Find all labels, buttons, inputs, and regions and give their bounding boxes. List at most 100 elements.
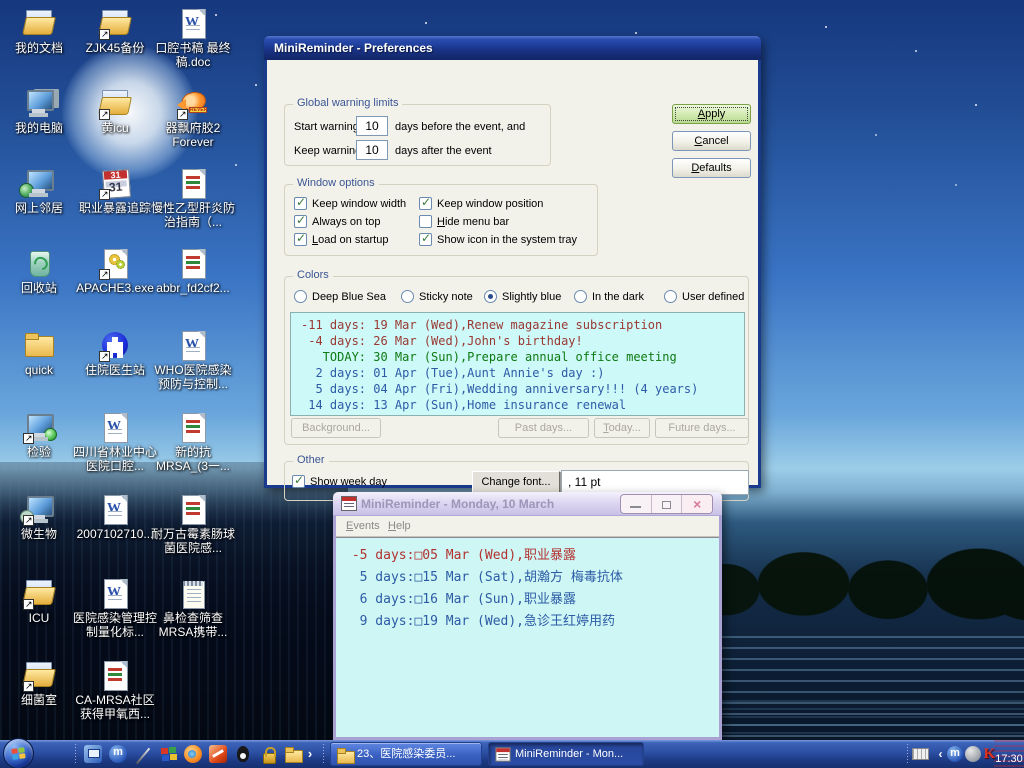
desktop-icon[interactable]: W 四川省林业中心医院口腔... xyxy=(72,410,158,473)
desktop-icon[interactable]: 回收站 xyxy=(0,246,82,295)
desktop-icon[interactable]: 住院医生站 xyxy=(72,328,158,377)
colored-windows-icon[interactable] xyxy=(159,745,177,763)
keep-warning-input[interactable] xyxy=(356,140,388,160)
desktop-icon[interactable]: 细菌室 xyxy=(0,658,82,707)
desktop-icon[interactable]: ZJK45备份 xyxy=(72,6,158,55)
desktop-icon[interactable]: 慢性乙型肝炎防治指南（... xyxy=(150,166,236,229)
desktop-icon[interactable]: 鼻检查筛查MRSA携带... xyxy=(150,576,236,639)
word-doc-icon: W xyxy=(99,577,131,609)
shortcut-arrow-icon xyxy=(23,515,34,526)
taskbar-button-minireminder[interactable]: MiniReminder - Mon... xyxy=(488,742,644,766)
desktop-icon[interactable]: 31 职业暴露追踪 xyxy=(72,166,158,215)
calendar-icon xyxy=(495,747,510,761)
restore-button[interactable] xyxy=(652,495,683,513)
taskbar-clock[interactable]: 17:30 xyxy=(994,740,1024,768)
checkbox[interactable] xyxy=(419,215,432,228)
desktop-icon[interactable]: 新的抗MRSA_(3一... xyxy=(150,410,236,473)
desktop-icon[interactable]: APACHE3.exe xyxy=(72,246,158,295)
radio-button[interactable] xyxy=(401,290,414,303)
shortcut-arrow-icon xyxy=(99,189,110,200)
desktop-icon[interactable]: 耐万古霉素肠球菌医院感... xyxy=(150,492,236,555)
preferences-titlebar[interactable]: MiniReminder - Preferences xyxy=(264,36,761,60)
future-days-button[interactable]: Future days... xyxy=(655,418,749,438)
my-computer-icon xyxy=(23,87,55,119)
close-button[interactable] xyxy=(682,495,712,513)
desktop-icon[interactable]: W 口腔书稿 最终稿.doc xyxy=(150,6,236,69)
menu-help[interactable]: Help xyxy=(382,516,417,536)
expand-arrow-icon[interactable] xyxy=(304,745,316,763)
qq-icon[interactable] xyxy=(234,745,252,763)
checkbox[interactable] xyxy=(294,233,307,246)
desktop-icon[interactable]: CA-MRSA社区获得甲氧西... xyxy=(72,658,158,721)
menu-events[interactable]: Events xyxy=(340,516,386,536)
desktop-icon[interactable]: 网上邻居 xyxy=(0,166,82,215)
radio-sticky-note[interactable]: Sticky note xyxy=(401,290,473,303)
radio-button[interactable] xyxy=(294,290,307,303)
start-button[interactable] xyxy=(3,738,34,768)
radio-slightly-blue[interactable]: Slightly blue xyxy=(484,290,561,303)
shortcut-arrow-icon xyxy=(99,109,110,120)
checkbox[interactable] xyxy=(419,197,432,210)
desktop-icon[interactable]: abbr_fd2cf2... xyxy=(150,246,236,295)
desktop-icon[interactable]: ICU xyxy=(0,576,82,625)
cancel-button[interactable]: Cancel xyxy=(672,131,751,151)
reminder-line: 5 days:□15 Mar (Sat),胡瀚方 梅毒抗体 xyxy=(344,567,719,589)
blue-app-icon[interactable] xyxy=(84,745,102,763)
preview-line: 2 days: 01 Apr (Tue),Aunt Annie's day :) xyxy=(301,365,744,381)
radio-user-defined[interactable]: User defined xyxy=(664,290,744,303)
word-doc-icon: W xyxy=(99,493,131,525)
defaults-button[interactable]: Defaults xyxy=(672,158,751,178)
desktop-icon[interactable]: quick xyxy=(0,328,82,377)
desktop-icon[interactable]: 微生物 xyxy=(0,492,82,541)
radio-deep-blue-sea[interactable]: Deep Blue Sea xyxy=(294,290,386,303)
shortcut-arrow-icon xyxy=(99,29,110,40)
desktop-icon-label: 黄icu xyxy=(72,121,158,135)
flashget-icon[interactable] xyxy=(209,745,227,763)
maxthon-icon[interactable] xyxy=(109,745,127,763)
checkbox-show-tray-icon[interactable]: Show icon in the system tray xyxy=(419,233,577,246)
radio-button[interactable] xyxy=(664,290,677,303)
desktop-icon[interactable]: REVER 器飘府胶2 Forever xyxy=(150,86,236,149)
maxthon-tray-icon[interactable] xyxy=(947,746,963,762)
minimize-button[interactable] xyxy=(621,495,652,513)
gray-circle-icon[interactable] xyxy=(965,746,981,762)
colors-group: Colors Deep Blue Sea Sticky note Slightl… xyxy=(284,276,749,445)
radio-in-the-dark[interactable]: In the dark xyxy=(574,290,644,303)
checkbox-keep-window-position[interactable]: Keep window position xyxy=(419,197,543,210)
checkbox-always-on-top[interactable]: Always on top xyxy=(294,215,380,228)
start-warning-input[interactable] xyxy=(356,116,388,136)
checkbox[interactable] xyxy=(294,215,307,228)
past-days-button[interactable]: Past days... xyxy=(498,418,589,438)
checkbox[interactable] xyxy=(419,233,432,246)
lock-icon[interactable] xyxy=(259,745,277,763)
change-font-button[interactable]: Change font... xyxy=(472,471,560,493)
desktop-icon[interactable]: W WHO医院感染预防与控制... xyxy=(150,328,236,391)
radio-button[interactable] xyxy=(484,290,497,303)
shortcut-arrow-icon xyxy=(177,109,188,120)
desktop-icon[interactable]: 我的文档 xyxy=(0,6,82,55)
taskbar-button-folder[interactable]: 23、医院感染委员... xyxy=(330,742,482,766)
firefox-icon[interactable] xyxy=(184,745,202,763)
green-badge-icon xyxy=(44,428,57,441)
desktop-icon[interactable]: 黄icu xyxy=(72,86,158,135)
checkbox-show-week-day[interactable]: Show week day xyxy=(292,475,387,488)
checkbox-keep-window-width[interactable]: Keep window width xyxy=(294,197,406,210)
tree-silhouettes xyxy=(700,534,1024,630)
desktop-icon[interactable]: W 医院感染管理控制量化标... xyxy=(72,576,158,639)
radio-button[interactable] xyxy=(574,290,587,303)
desktop-icon[interactable]: 检验 xyxy=(0,410,82,459)
background-button[interactable]: Background... xyxy=(291,418,381,438)
checkbox-hide-menu-bar[interactable]: Hide menu bar xyxy=(419,215,509,228)
desktop-icon[interactable]: 我的电脑 xyxy=(0,86,82,135)
desktop-icon[interactable]: W 2007102710... xyxy=(72,492,158,541)
checkbox[interactable] xyxy=(294,197,307,210)
stylus-icon[interactable] xyxy=(134,745,152,763)
apply-button[interactable]: Apply xyxy=(672,104,751,124)
folder-icon[interactable] xyxy=(284,745,302,763)
today-button[interactable]: Today... xyxy=(594,418,650,438)
checkbox-load-on-startup[interactable]: Load on startup xyxy=(294,233,388,246)
checkbox[interactable] xyxy=(292,475,305,488)
desktop-icon-label: 职业暴露追踪 xyxy=(72,201,158,215)
text-doc-icon xyxy=(177,493,209,525)
keyboard-icon[interactable] xyxy=(912,748,929,760)
